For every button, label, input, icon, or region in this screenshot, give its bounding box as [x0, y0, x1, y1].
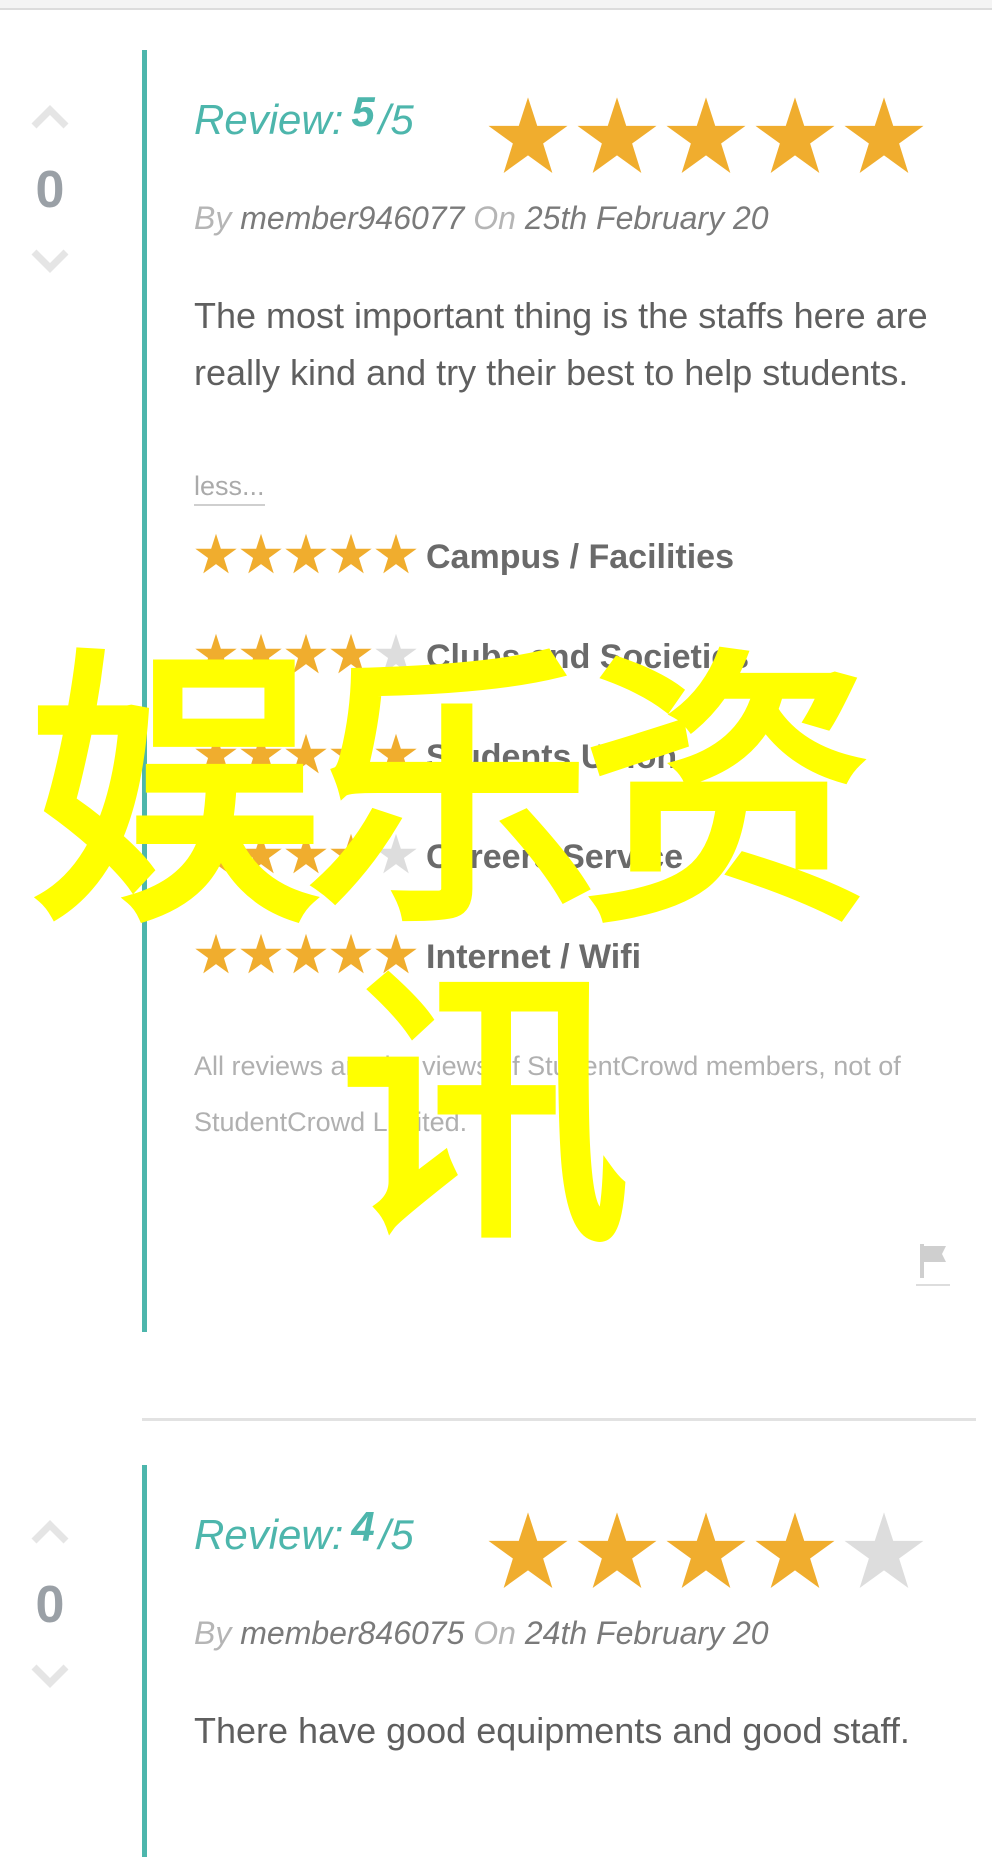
chevron-down-icon[interactable] [30, 244, 70, 280]
star-icon [375, 733, 417, 774]
star-icon [330, 533, 372, 574]
star-icon [195, 833, 237, 874]
review-content: Review: 4/5 By member846075 On 24th Febru… [194, 1465, 962, 1759]
review-card-2: 0 Review: 4/5 By member846075 On 24th Feb… [0, 1465, 992, 1857]
star-icon [240, 633, 282, 674]
top-divider [0, 0, 992, 10]
category-stars [194, 932, 419, 981]
overall-star-rating [486, 1509, 931, 1598]
review-date: 24th February 20 [524, 1615, 769, 1651]
category-row: Clubs and Societies [194, 618, 962, 718]
star-icon [330, 833, 372, 874]
flag-icon[interactable] [916, 1240, 950, 1288]
rating-max: /5 [378, 1511, 414, 1558]
review-rating-label: Review: 5/5 [194, 88, 414, 144]
category-label: Careers Service [426, 838, 684, 876]
review-rating-label: Review: 4/5 [194, 1503, 414, 1559]
review-date: 25th February 20 [524, 200, 769, 236]
star-icon [375, 533, 417, 574]
review-separator [142, 1418, 976, 1421]
overall-star-rating [486, 94, 931, 183]
vote-widget: 0 [18, 98, 82, 280]
star-icon [844, 1512, 924, 1588]
by-label: By [194, 200, 232, 236]
category-stars [194, 632, 419, 681]
star-icon [240, 933, 282, 974]
category-ratings: Campus / Facilities Clubs and Societies … [194, 518, 962, 1018]
member-name[interactable]: member846075 [240, 1615, 464, 1651]
less-link[interactable]: less... [194, 471, 265, 506]
member-name[interactable]: member946077 [240, 200, 464, 236]
star-icon [285, 733, 327, 774]
review-text: There have good equipments and good staf… [194, 1710, 910, 1751]
review-accent-bar [142, 1465, 147, 1857]
star-icon [330, 733, 372, 774]
star-icon [330, 633, 372, 674]
vote-count: 0 [35, 161, 65, 219]
chevron-down-icon[interactable] [30, 1659, 70, 1695]
star-icon [195, 933, 237, 974]
review-card-1: 0 Review: 5/5 By member946077 On 25th Feb… [0, 50, 992, 1335]
review-text: The most important thing is the staffs h… [194, 295, 928, 393]
star-icon [330, 933, 372, 974]
star-icon [285, 833, 327, 874]
vote-widget: 0 [18, 1513, 82, 1695]
vote-count: 0 [35, 1576, 65, 1634]
star-icon [195, 633, 237, 674]
chevron-up-icon[interactable] [30, 1513, 70, 1549]
review-label-text: Review: [194, 96, 344, 143]
on-label: On [473, 200, 516, 236]
category-stars [194, 832, 419, 881]
category-label: Campus / Facilities [426, 538, 734, 576]
star-icon [240, 833, 282, 874]
rating-max: /5 [378, 96, 414, 143]
by-label: By [194, 1615, 232, 1651]
category-stars [194, 732, 419, 781]
review-content: Review: 5/5 By member946077 On 25th Febru… [194, 50, 962, 1150]
review-byline: By member946077 On 25th February 20 [194, 200, 962, 237]
star-icon [488, 97, 568, 173]
star-icon [375, 933, 417, 974]
star-icon [844, 97, 924, 173]
review-header: Review: 5/5 [194, 50, 962, 173]
star-icon [666, 1512, 746, 1588]
on-label: On [473, 1615, 516, 1651]
category-row: Students Union [194, 718, 962, 818]
star-icon [577, 1512, 657, 1588]
star-icon [195, 733, 237, 774]
review-accent-bar [142, 50, 147, 1332]
category-label: Internet / Wifi [426, 938, 642, 976]
star-icon [488, 1512, 568, 1588]
star-icon [375, 633, 417, 674]
category-row: Campus / Facilities [194, 518, 962, 618]
star-icon [375, 833, 417, 874]
star-icon [755, 1512, 835, 1588]
category-stars [194, 532, 419, 581]
star-icon [195, 533, 237, 574]
disclaimer-text: All reviews are the views of StudentCrow… [194, 1051, 901, 1137]
star-icon [755, 97, 835, 173]
rating-value: 5 [351, 88, 375, 135]
category-label: Clubs and Societies [426, 638, 750, 676]
star-icon [285, 933, 327, 974]
category-label: Students Union [426, 738, 678, 776]
review-label-text: Review: [194, 1511, 344, 1558]
star-icon [285, 633, 327, 674]
review-header: Review: 4/5 [194, 1465, 962, 1588]
star-icon [240, 533, 282, 574]
chevron-up-icon[interactable] [30, 98, 70, 134]
rating-value: 4 [351, 1503, 375, 1550]
star-icon [240, 733, 282, 774]
star-icon [285, 533, 327, 574]
star-icon [666, 97, 746, 173]
review-byline: By member846075 On 24th February 20 [194, 1615, 962, 1652]
category-row: Careers Service [194, 818, 962, 918]
star-icon [577, 97, 657, 173]
category-row: Internet / Wifi [194, 918, 962, 1018]
